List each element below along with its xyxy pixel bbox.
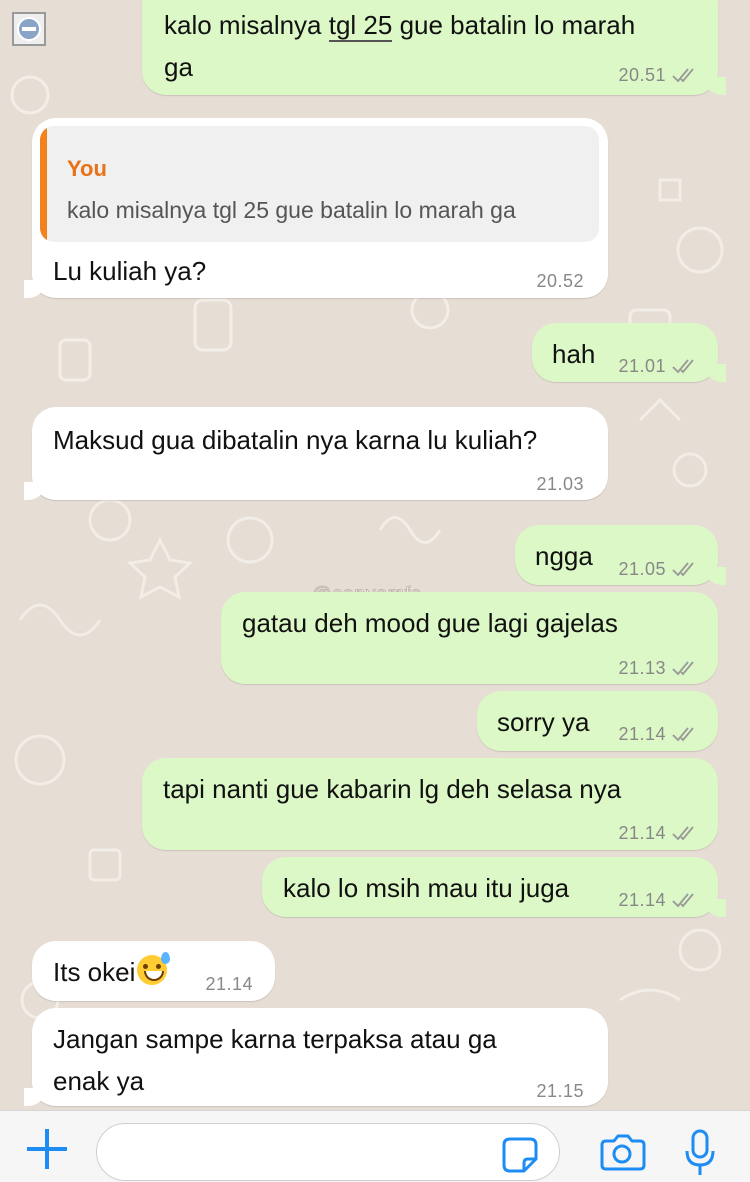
message-text: Lu kuliah ya? [53,256,207,286]
message-text: Its okei [53,957,136,987]
message-meta: 21.14 [205,974,253,994]
quoted-message[interactable]: You kalo misalnya tgl 25 gue batalin lo … [40,126,599,242]
message-text-part: kalo misalnya [164,10,329,40]
message-time: 21.05 [618,559,666,579]
double-check-icon [672,68,694,83]
message-time: 21.14 [205,974,253,994]
incoming-message[interactable]: Maksud gua dibatalin nya karna lu kuliah… [24,407,608,500]
incoming-message[interactable]: You kalo misalnya tgl 25 gue batalin lo … [24,118,608,298]
message-text-link[interactable]: tgl 25 [328,10,393,42]
message-time: 21.03 [536,474,584,494]
message-text-line: Jangan sampe karna terpaksa atau ga [53,1024,497,1054]
message-meta: 20.51 [618,65,698,85]
quote-accent-bar [40,126,47,242]
outgoing-message[interactable]: kalo misalnya tgl 25 gue batalin lo mara… [142,0,726,95]
message-text: kalo lo msih mau itu juga [283,873,570,903]
message-text: sorry ya [497,707,590,737]
message-text-line: ga [164,52,193,82]
message-time: 20.52 [536,271,584,291]
grinning-sweat-emoji [137,952,171,985]
message-text: Maksud gua dibatalin nya karna lu kuliah… [53,425,538,455]
quote-author: You [67,156,107,181]
message-meta: 21.01 [618,356,698,376]
message-meta: 21.13 [618,658,698,678]
sticker-icon[interactable] [500,1135,540,1175]
double-check-icon [672,893,694,908]
outgoing-message[interactable]: sorry ya 21.14 [477,691,718,751]
double-check-icon [672,661,694,676]
double-check-icon [672,359,694,374]
message-meta: 21.15 [536,1081,584,1101]
incoming-message[interactable]: Its okei 21.14 [32,941,275,1001]
outgoing-message[interactable]: kalo lo msih mau itu juga 21.14 [262,857,726,917]
message-input[interactable] [96,1123,560,1181]
camera-icon[interactable] [598,1133,646,1173]
double-check-icon [672,562,694,577]
outgoing-message[interactable]: tapi nanti gue kabarin lg deh selasa nya… [142,758,718,850]
message-text: ngga [535,541,593,571]
outgoing-message[interactable]: gatau deh mood gue lagi gajelas 21.13 [221,592,718,684]
plus-icon[interactable] [25,1127,69,1171]
message-text: gatau deh mood gue lagi gajelas [242,608,618,638]
message-time: 21.15 [536,1081,584,1101]
message-meta: 21.14 [618,724,698,744]
message-time: 21.01 [618,356,666,376]
message-meta: 21.05 [618,559,698,579]
message-time: 21.13 [618,658,666,678]
message-text-part: gue batalin lo marah [392,10,636,40]
message-meta: 20.52 [536,271,584,291]
message-text: hah [552,339,596,369]
double-check-icon [672,826,694,841]
message-time: 21.14 [618,890,666,910]
message-meta: 21.03 [536,474,584,494]
message-meta: 21.14 [618,890,698,910]
no-entry-icon [12,12,46,46]
outgoing-message[interactable]: ngga 21.05 [515,525,726,585]
incoming-message[interactable]: Jangan sampe karna terpaksa atau ga enak… [24,1008,608,1106]
message-time: 20.51 [618,65,666,85]
chat-area[interactable]: kalo misalnya tgl 25 gue batalin lo mara… [0,0,750,1110]
message-text-line: enak ya [53,1066,145,1096]
double-check-icon [672,727,694,742]
message-meta: 21.14 [618,823,698,843]
message-input-bar [0,1110,750,1182]
quote-text: kalo misalnya tgl 25 gue batalin lo mara… [67,197,516,223]
message-text: tapi nanti gue kabarin lg deh selasa nya [163,774,622,804]
microphone-icon[interactable] [684,1129,716,1179]
message-time: 21.14 [618,724,666,744]
message-time: 21.14 [618,823,666,843]
outgoing-message[interactable]: hah 21.01 [532,323,726,382]
